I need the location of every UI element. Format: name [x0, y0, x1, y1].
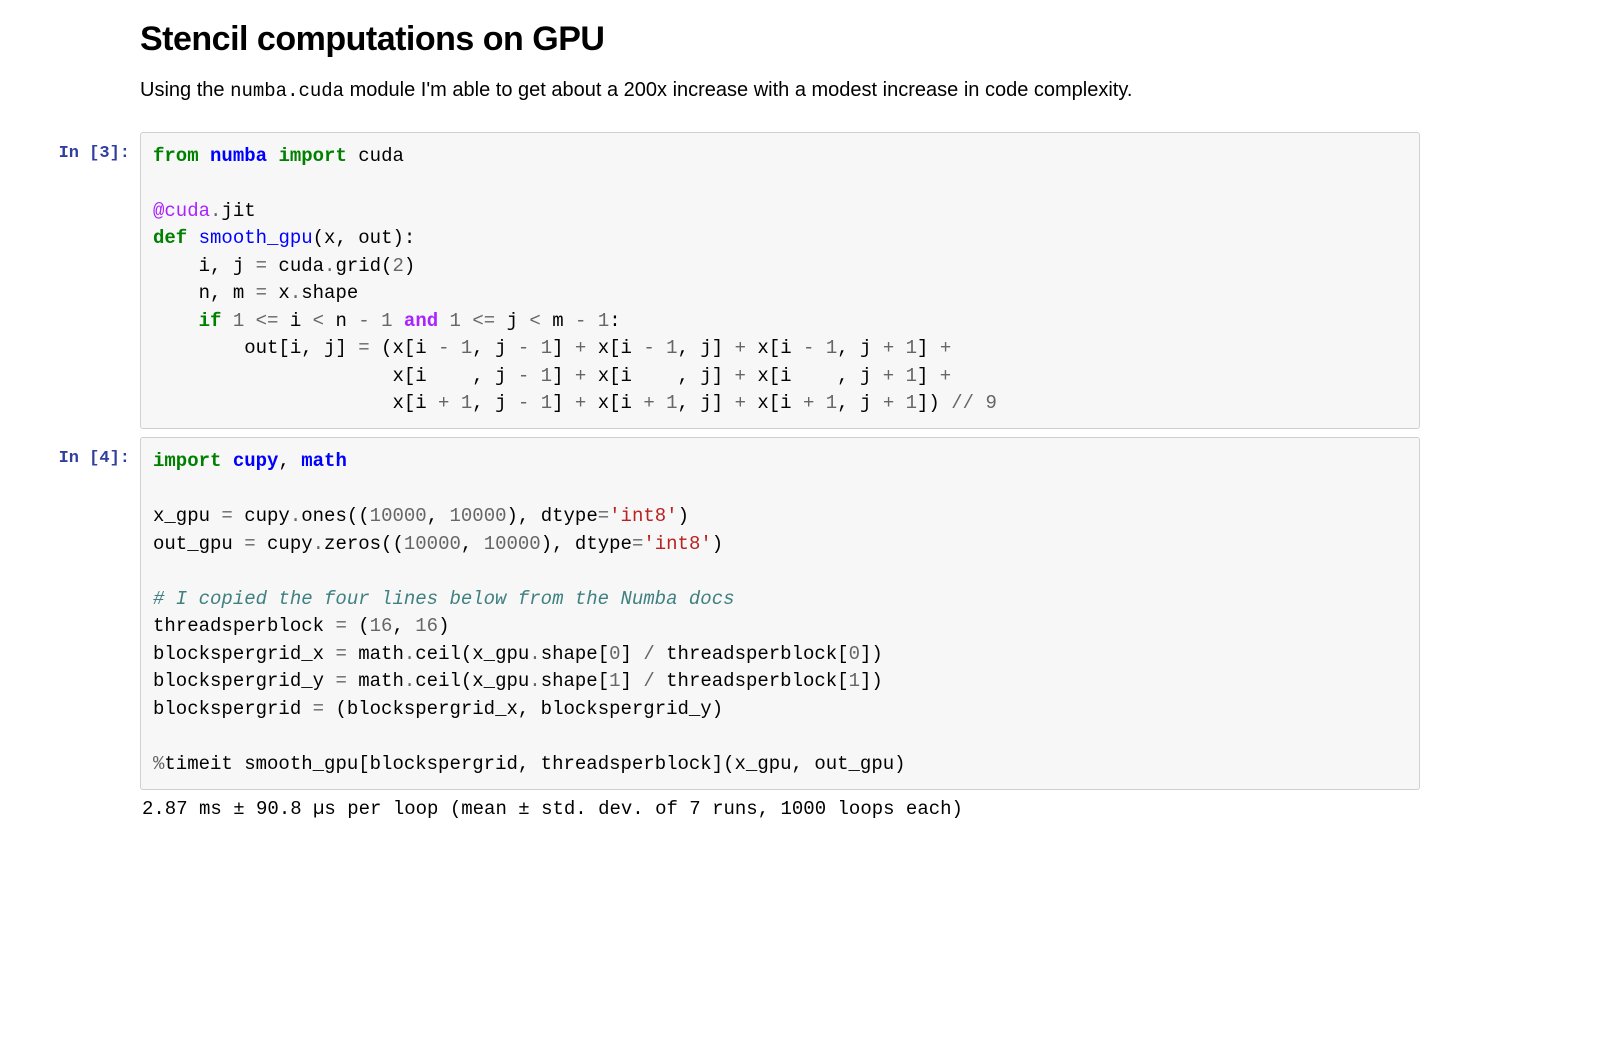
code-cell: In [3]: from numba import cuda @cuda.jit… [20, 132, 1420, 429]
code-input-area[interactable]: import cupy, math x_gpu = cupy.ones((100… [140, 437, 1420, 790]
markdown-content: Stencil computations on GPU Using the nu… [140, 20, 1420, 124]
code-cell-content: from numba import cuda @cuda.jit def smo… [140, 132, 1420, 429]
input-prompt: In [4]: [20, 437, 140, 468]
intro-text-post: module I'm able to get about a 200x incr… [344, 79, 1132, 101]
intro-text-pre: Using the [140, 79, 230, 101]
code-cell-content: import cupy, math x_gpu = cupy.ones((100… [140, 437, 1420, 823]
prompt-empty [20, 20, 140, 32]
code-block[interactable]: from numba import cuda @cuda.jit def smo… [153, 143, 1407, 418]
input-prompt: In [3]: [20, 132, 140, 163]
intro-paragraph: Using the numba.cuda module I'm able to … [140, 75, 1420, 106]
notebook: Stencil computations on GPU Using the nu… [20, 20, 1420, 823]
code-input-area[interactable]: from numba import cuda @cuda.jit def smo… [140, 132, 1420, 429]
cell-output: 2.87 ms ± 90.8 µs per loop (mean ± std. … [140, 790, 1420, 824]
inline-code: numba.cuda [230, 80, 344, 102]
code-block[interactable]: import cupy, math x_gpu = cupy.ones((100… [153, 448, 1407, 779]
section-heading: Stencil computations on GPU [140, 20, 1420, 59]
markdown-cell: Stencil computations on GPU Using the nu… [20, 20, 1420, 124]
code-cell: In [4]: import cupy, math x_gpu = cupy.o… [20, 437, 1420, 823]
